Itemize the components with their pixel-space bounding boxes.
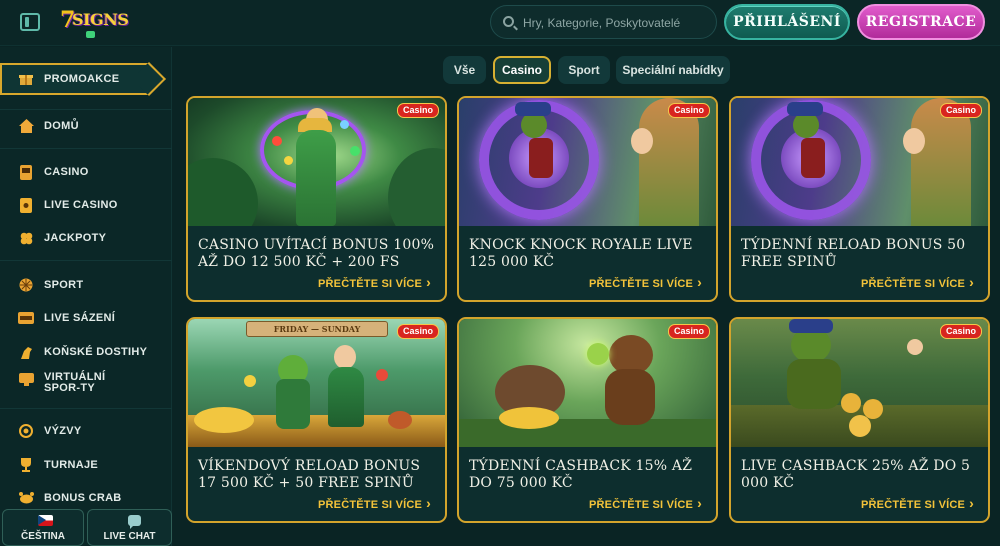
promo-card[interactable]: FRIDAY — SUNDAY Casino VÍKENDOVÝ RELOAD … xyxy=(186,317,447,523)
live-chat-label: LIVE CHAT xyxy=(103,531,156,542)
tab-all[interactable]: Vše xyxy=(443,56,486,84)
sidebar-item-sport[interactable]: SPORT xyxy=(18,275,83,295)
sidebar-item-live-casino[interactable]: LIVE CASINO xyxy=(18,195,118,215)
sidebar-item-jackpots[interactable]: JACKPOTY xyxy=(18,228,106,248)
ball-icon xyxy=(18,277,34,293)
live-chat-button[interactable]: LIVE CHAT xyxy=(87,509,172,546)
register-button[interactable]: REGISTRACE xyxy=(857,4,985,40)
sidebar-item-label: LIVE CASINO xyxy=(44,198,118,211)
search-input[interactable] xyxy=(523,13,708,33)
sidebar-item-label: DOMŮ xyxy=(44,119,79,132)
category-badge: Casino xyxy=(667,324,710,339)
category-badge: Casino xyxy=(396,324,439,339)
promo-title: VÍKENDOVÝ RELOAD BONUS 17 500 KČ + 50 FR… xyxy=(198,458,421,491)
crab-icon xyxy=(18,490,34,506)
promo-card[interactable]: Casino TÝDENNÍ CASHBACK 15% AŽ DO 75 000… xyxy=(457,317,718,523)
sidebar-item-label: JACKPOTY xyxy=(44,231,107,244)
gem-icon xyxy=(86,31,95,38)
read-more-link[interactable]: PŘEČTĚTE SI VÍCE xyxy=(861,495,974,511)
language-label: ČEŠTINA xyxy=(21,531,65,542)
read-more-link[interactable]: PŘEČTĚTE SI VÍCE xyxy=(589,495,702,511)
horse-icon xyxy=(18,344,34,360)
sidebar-item-promotions[interactable]: PROMOAKCE xyxy=(0,63,148,95)
tab-sport[interactable]: Sport xyxy=(558,56,610,84)
live-icon xyxy=(18,310,34,326)
read-more-link[interactable]: PŘEČTĚTE SI VÍCE xyxy=(318,274,431,290)
divider xyxy=(0,408,172,409)
sidebar-item-live-betting[interactable]: LIVE SÁZENÍ xyxy=(18,308,115,328)
sidebar-toggle-icon[interactable] xyxy=(20,13,40,31)
divider xyxy=(0,109,172,110)
promo-card[interactable]: Casino KNOCK KNOCK ROYALE LIVE 125 000 K… xyxy=(457,96,718,302)
read-more-link[interactable]: PŘEČTĚTE SI VÍCE xyxy=(589,274,702,290)
language-button[interactable]: ČEŠTINA xyxy=(2,509,84,546)
sidebar-item-bonus-crab[interactable]: BONUS CRAB xyxy=(18,488,122,508)
sidebar-item-challenges[interactable]: VÝZVY xyxy=(18,421,82,441)
sidebar-item-home[interactable]: DOMŮ xyxy=(18,116,79,136)
sidebar-item-horse-racing[interactable]: KOŇSKÉ DOSTIHY xyxy=(18,342,147,362)
divider xyxy=(0,148,172,149)
gift-icon xyxy=(18,71,34,87)
login-button[interactable]: PŘIHLÁŠENÍ xyxy=(724,4,850,40)
promo-title: LIVE CASHBACK 25% AŽ DO 5 000 KČ xyxy=(741,458,971,491)
sidebar-item-tournaments[interactable]: TURNAJE xyxy=(18,455,98,475)
promo-title: CASINO UVÍTACÍ BONUS 100% AŽ DO 12 500 K… xyxy=(198,237,435,270)
sidebar-item-label: PROMOAKCE xyxy=(44,72,120,85)
home-icon xyxy=(18,118,34,134)
sidebar: PROMOAKCE DOMŮ CASINO LIVE CASINO JACKPO… xyxy=(0,47,172,546)
sidebar-item-label: VÝZVY xyxy=(44,424,82,437)
promo-title: TÝDENNÍ RELOAD BONUS 50 FREE SPINŮ xyxy=(741,237,966,270)
sidebar-item-label: TURNAJE xyxy=(44,458,99,471)
search-icon xyxy=(503,16,514,27)
logo[interactable]: 7 SIGNS xyxy=(60,7,129,39)
promo-card[interactable]: Casino LIVE CASHBACK 25% AŽ DO 5 000 KČ … xyxy=(729,317,990,523)
czech-flag-icon xyxy=(38,515,53,526)
slot-machine-icon xyxy=(18,164,34,180)
sidebar-item-label: LIVE SÁZENÍ xyxy=(44,311,116,324)
category-badge: Casino xyxy=(667,103,710,118)
category-badge: Casino xyxy=(939,103,982,118)
sidebar-item-casino[interactable]: CASINO xyxy=(18,162,89,182)
promo-title: KNOCK KNOCK ROYALE LIVE 125 000 KČ xyxy=(469,237,693,270)
tab-special-offers[interactable]: Speciální nabídky xyxy=(616,56,730,84)
clover-icon xyxy=(18,230,34,246)
sidebar-item-label: CASINO xyxy=(44,165,89,178)
sidebar-item-label: KOŇSKÉ DOSTIHY xyxy=(44,345,148,358)
sidebar-item-label: VIRTUÁLNÍ SPOR-TY xyxy=(44,371,106,394)
promo-title: TÝDENNÍ CASHBACK 15% AŽ DO 75 000 KČ xyxy=(469,458,693,491)
sidebar-item-label: BONUS CRAB xyxy=(44,491,122,504)
promo-card[interactable]: Casino TÝDENNÍ RELOAD BONUS 50 FREE SPIN… xyxy=(729,96,990,302)
read-more-link[interactable]: PŘEČTĚTE SI VÍCE xyxy=(318,495,431,511)
trophy-icon xyxy=(18,457,34,473)
tab-casino[interactable]: Casino xyxy=(493,56,551,84)
promo-card[interactable]: Casino CASINO UVÍTACÍ BONUS 100% AŽ DO 1… xyxy=(186,96,447,302)
chat-icon xyxy=(128,515,141,529)
divider xyxy=(0,260,172,261)
card-icon xyxy=(18,197,34,213)
read-more-link[interactable]: PŘEČTĚTE SI VÍCE xyxy=(861,274,974,290)
sidebar-item-virtual-sports[interactable]: VIRTUÁLNÍ SPOR-TY xyxy=(18,372,144,396)
search-box[interactable] xyxy=(490,5,717,39)
category-badge: Casino xyxy=(396,103,439,118)
top-bar: 7 SIGNS PŘIHLÁŠENÍ REGISTRACE xyxy=(0,0,1000,46)
category-badge: Casino xyxy=(939,324,982,339)
medal-icon xyxy=(18,423,34,439)
virtual-sports-icon xyxy=(18,372,34,388)
weekend-banner: FRIDAY — SUNDAY xyxy=(246,321,388,337)
sidebar-item-label: SPORT xyxy=(44,278,84,291)
